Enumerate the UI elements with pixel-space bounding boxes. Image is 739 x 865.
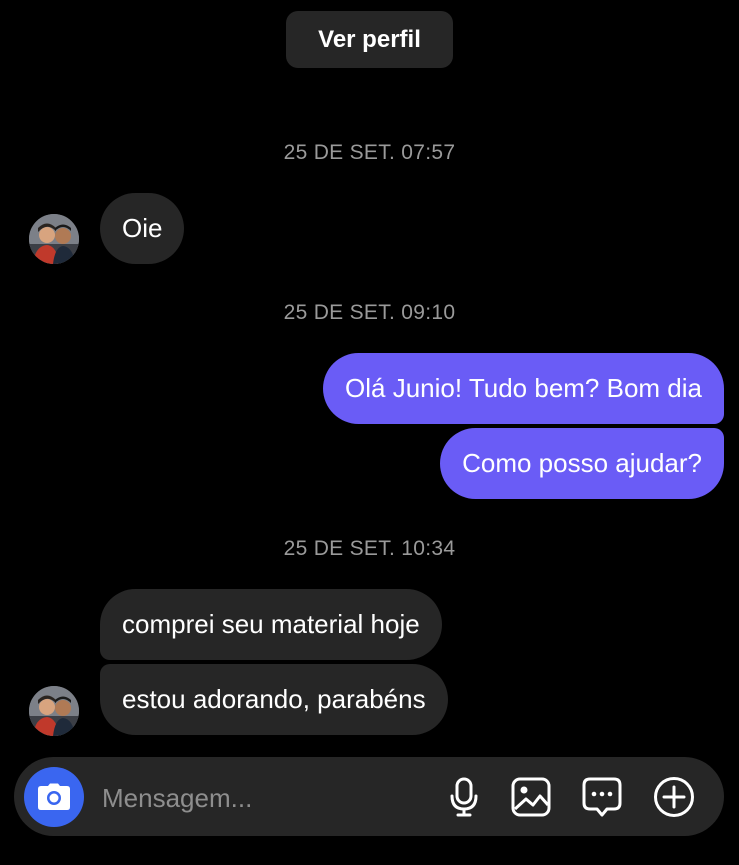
avatar-photo xyxy=(29,686,79,736)
avatar[interactable] xyxy=(29,686,79,736)
sticker-chat-button[interactable] xyxy=(580,775,624,819)
sent-message[interactable]: Como posso ajudar? xyxy=(440,428,724,499)
timestamp: 25 DE SET. 09:10 xyxy=(283,301,456,324)
received-message[interactable]: estou adorando, parabéns xyxy=(100,664,448,735)
sticker-chat-icon xyxy=(582,777,622,817)
timestamp: 25 DE SET. 10:34 xyxy=(283,537,456,560)
gallery-icon xyxy=(511,777,551,817)
avatar[interactable] xyxy=(29,214,79,264)
add-button[interactable] xyxy=(652,775,696,819)
microphone-icon xyxy=(450,777,478,817)
chat-screen: Ver perfil 25 DE SET. 07:57 Oie 25 DE SE… xyxy=(0,0,739,865)
gallery-button[interactable] xyxy=(509,775,553,819)
timestamp: 25 DE SET. 07:57 xyxy=(283,141,456,164)
sent-message[interactable]: Olá Junio! Tudo bem? Bom dia xyxy=(323,353,724,424)
plus-circle-icon xyxy=(654,777,694,817)
received-message[interactable]: Oie xyxy=(100,193,185,264)
avatar-photo xyxy=(29,214,79,264)
camera-icon xyxy=(38,783,70,810)
view-profile-button[interactable]: Ver perfil xyxy=(286,11,453,68)
microphone-button[interactable] xyxy=(442,775,486,819)
message-composer xyxy=(14,757,724,836)
received-message[interactable]: comprei seu material hoje xyxy=(100,589,442,660)
camera-button[interactable] xyxy=(24,767,84,827)
message-input[interactable] xyxy=(100,774,424,822)
